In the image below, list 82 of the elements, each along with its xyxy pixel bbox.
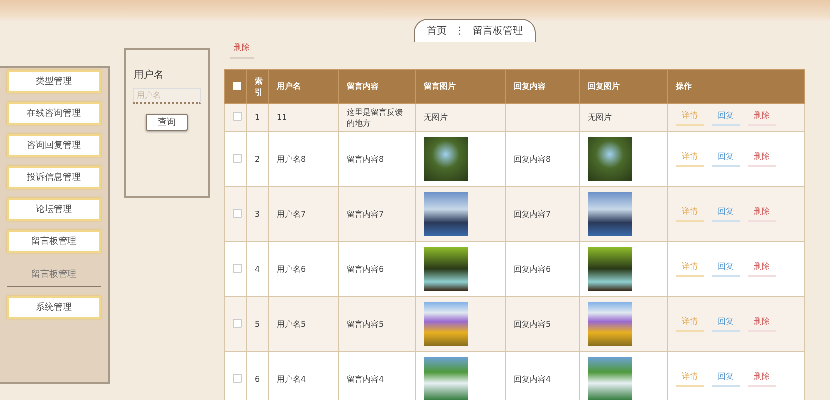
- sidebar-item[interactable]: 咨询回复管理: [7, 134, 101, 157]
- table-cell: 回复内容8: [514, 154, 552, 164]
- row-checkbox[interactable]: [233, 374, 242, 382]
- action-link[interactable]: 详情: [676, 316, 704, 332]
- delete-link[interactable]: 删除: [230, 40, 254, 59]
- photo-placeholder: [424, 302, 468, 346]
- row-checkbox[interactable]: [233, 318, 242, 328]
- table-cell: 用户名6: [268, 242, 338, 296]
- action-link[interactable]: 详情: [676, 206, 704, 222]
- sidebar-item[interactable]: 在线咨询管理: [7, 102, 101, 125]
- column-header: 留言图片: [416, 70, 506, 104]
- photo-placeholder: [424, 247, 468, 291]
- table-cell: 留言内容8: [338, 132, 416, 186]
- action-link[interactable]: 删除: [748, 316, 776, 332]
- sidebar-item[interactable]: 类型管理: [7, 70, 101, 93]
- action-link[interactable]: 回复: [712, 371, 740, 387]
- photo-placeholder: [424, 192, 468, 236]
- sidebar-item[interactable]: 系统管理: [7, 296, 101, 319]
- action-link[interactable]: 删除: [748, 371, 776, 387]
- row-checkbox[interactable]: [233, 112, 242, 121]
- table-cell: 留言内容6: [338, 242, 416, 296]
- table-cell: 回复内容6: [514, 264, 552, 274]
- table-cell: 用户名8: [268, 132, 338, 186]
- column-header: 用户名: [268, 70, 338, 104]
- column-header: 操作: [668, 70, 804, 104]
- sidebar-heading: 留言板管理: [7, 262, 101, 287]
- table-cell: 无图片: [588, 113, 612, 122]
- action-link[interactable]: 删除: [748, 261, 776, 277]
- table-cell: 4: [246, 242, 268, 296]
- action-link[interactable]: 详情: [676, 151, 704, 167]
- photo-placeholder: [588, 357, 632, 400]
- select-all-checkbox[interactable]: [233, 82, 241, 90]
- photo-placeholder: [588, 302, 632, 346]
- action-link[interactable]: 删除: [748, 110, 776, 126]
- breadcrumb-link[interactable]: 首页: [427, 24, 447, 38]
- table-cell: 11: [268, 104, 338, 132]
- row-checkbox[interactable]: [233, 264, 242, 272]
- breadcrumb-separator: ⋮: [455, 26, 465, 36]
- table-cell: 留言内容4: [338, 352, 416, 400]
- action-link[interactable]: 回复: [712, 151, 740, 167]
- search-button[interactable]: 查询: [146, 114, 188, 131]
- table-cell: 回复内容7: [514, 210, 552, 218]
- table-cell: 用户名7: [268, 186, 338, 242]
- action-link[interactable]: 回复: [712, 110, 740, 126]
- action-link[interactable]: 删除: [748, 151, 776, 167]
- action-link[interactable]: 回复: [712, 316, 740, 332]
- action-link[interactable]: 删除: [748, 206, 776, 222]
- field-label: 用户名: [134, 68, 164, 82]
- action-link[interactable]: 回复: [712, 261, 740, 277]
- photo-placeholder: [424, 357, 468, 400]
- table-cell: 留言内容5: [338, 296, 416, 352]
- sidebar-item[interactable]: 投诉信息管理: [7, 166, 101, 189]
- action-link[interactable]: 回复: [712, 206, 740, 222]
- table-cell: 留言内容7: [338, 186, 416, 242]
- action-link[interactable]: 详情: [676, 261, 704, 277]
- table-cell: 6: [246, 352, 268, 400]
- column-header: 回复内容: [506, 70, 580, 104]
- row-checkbox[interactable]: [233, 154, 242, 162]
- breadcrumb-link[interactable]: 留言板管理: [473, 24, 523, 38]
- table-cell: 用户名4: [268, 352, 338, 400]
- row-checkbox[interactable]: [233, 208, 242, 218]
- photo-placeholder: [588, 192, 632, 236]
- column-header: 留言内容: [338, 70, 416, 104]
- column-header: 回复图片: [580, 70, 668, 104]
- photo-placeholder: [588, 137, 632, 181]
- table-cell: 2: [246, 132, 268, 186]
- table-cell: 无图片: [424, 113, 448, 122]
- sidebar-item[interactable]: 留言板管理: [7, 230, 101, 253]
- action-link[interactable]: 详情: [676, 110, 704, 126]
- table-cell: 用户名5: [268, 296, 338, 352]
- photo-placeholder: [424, 137, 468, 181]
- sidebar-item[interactable]: 论坛管理: [7, 198, 101, 221]
- action-link[interactable]: 详情: [676, 371, 704, 387]
- table-cell: 这里是留言反馈的地方: [338, 104, 416, 132]
- column-header: 索引: [246, 70, 268, 104]
- username-field[interactable]: 用户名: [133, 88, 201, 104]
- table-cell: 回复内容4: [514, 374, 552, 384]
- table-cell: 3: [246, 186, 268, 242]
- table-cell: 1: [246, 104, 268, 132]
- table-cell: 5: [246, 296, 268, 352]
- photo-placeholder: [588, 247, 632, 291]
- table-cell: 回复内容5: [514, 320, 552, 328]
